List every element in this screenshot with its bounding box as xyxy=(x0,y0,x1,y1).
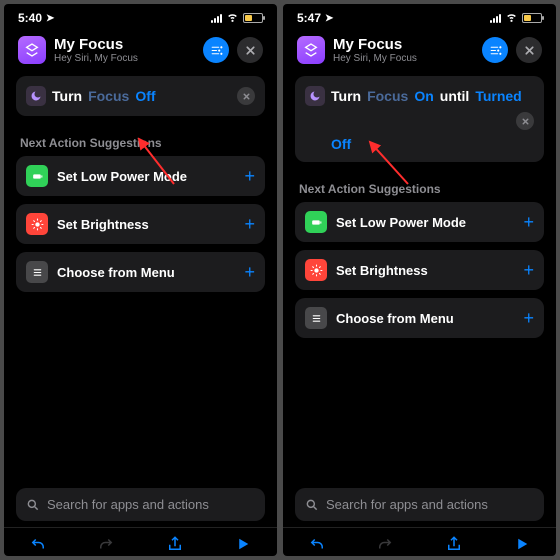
phone-right: 5:47 ➤ My Focus Hey Siri, My Focus xyxy=(283,4,556,556)
play-button[interactable] xyxy=(510,534,534,554)
suggestion-row[interactable]: Choose from Menu + xyxy=(16,252,265,292)
battery-icon xyxy=(522,13,542,23)
share-button[interactable] xyxy=(163,534,187,554)
wifi-icon xyxy=(505,10,518,26)
search-placeholder: Search for apps and actions xyxy=(47,497,209,512)
suggestion-label: Set Low Power Mode xyxy=(336,215,514,230)
menu-icon xyxy=(26,261,48,283)
suggestion-label: Set Low Power Mode xyxy=(57,169,235,184)
section-label: Next Action Suggestions xyxy=(4,124,277,156)
suggestion-label: Choose from Menu xyxy=(336,311,514,326)
battery-icon xyxy=(243,13,263,23)
phone-left: 5:40 ➤ My Focus Hey Siri, My Focus xyxy=(4,4,277,556)
status-bar: 5:47 ➤ xyxy=(283,4,556,28)
clear-action-button[interactable] xyxy=(516,112,534,130)
page-title: My Focus xyxy=(54,36,195,53)
add-icon[interactable]: + xyxy=(523,212,534,233)
search-input[interactable]: Search for apps and actions xyxy=(295,488,544,521)
location-icon: ➤ xyxy=(46,13,54,24)
sun-icon xyxy=(305,259,327,281)
action-token: Turn xyxy=(331,88,361,104)
page-title: My Focus xyxy=(333,36,474,53)
battery-icon xyxy=(305,211,327,233)
bottom-toolbar xyxy=(4,527,277,556)
undo-button[interactable] xyxy=(305,534,329,554)
undo-button[interactable] xyxy=(26,534,50,554)
suggestion-row[interactable]: Choose from Menu + xyxy=(295,298,544,338)
add-icon[interactable]: + xyxy=(523,308,534,329)
action-token[interactable]: Focus xyxy=(367,88,408,104)
share-button[interactable] xyxy=(442,534,466,554)
bottom-toolbar xyxy=(283,527,556,556)
section-label: Next Action Suggestions xyxy=(283,170,556,202)
suggestion-label: Choose from Menu xyxy=(57,265,235,280)
header: My Focus Hey Siri, My Focus xyxy=(4,28,277,76)
search-icon xyxy=(305,498,319,512)
menu-icon xyxy=(305,307,327,329)
moon-icon xyxy=(305,86,325,106)
status-time: 5:47 xyxy=(297,11,321,25)
header: My Focus Hey Siri, My Focus xyxy=(283,28,556,76)
wifi-icon xyxy=(226,10,239,26)
add-icon[interactable]: + xyxy=(244,214,255,235)
suggestion-row[interactable]: Set Low Power Mode + xyxy=(16,156,265,196)
suggestion-row[interactable]: Set Brightness + xyxy=(295,250,544,290)
moon-icon xyxy=(26,86,46,106)
search-input[interactable]: Search for apps and actions xyxy=(16,488,265,521)
action-token[interactable]: Focus xyxy=(88,88,129,104)
settings-button[interactable] xyxy=(482,37,508,63)
page-subtitle: Hey Siri, My Focus xyxy=(54,53,195,64)
add-icon[interactable]: + xyxy=(523,260,534,281)
action-token: until xyxy=(440,88,470,104)
action-card[interactable]: Turn Focus On until Turned Off xyxy=(295,76,544,162)
action-token[interactable]: Off xyxy=(305,136,534,152)
action-token[interactable]: Turned xyxy=(475,88,521,104)
battery-icon xyxy=(26,165,48,187)
action-token[interactable]: On xyxy=(414,88,433,104)
sun-icon xyxy=(26,213,48,235)
redo-button[interactable] xyxy=(94,534,118,554)
suggestion-row[interactable]: Set Low Power Mode + xyxy=(295,202,544,242)
redo-button[interactable] xyxy=(373,534,397,554)
cellular-icon xyxy=(490,14,501,23)
close-button[interactable] xyxy=(237,37,263,63)
shortcut-app-icon xyxy=(18,36,46,64)
clear-action-button[interactable] xyxy=(237,87,255,105)
location-icon: ➤ xyxy=(325,13,333,24)
shortcut-app-icon xyxy=(297,36,325,64)
close-button[interactable] xyxy=(516,37,542,63)
suggestion-label: Set Brightness xyxy=(57,217,235,232)
suggestion-label: Set Brightness xyxy=(336,263,514,278)
action-card[interactable]: Turn Focus Off xyxy=(16,76,265,116)
cellular-icon xyxy=(211,14,222,23)
search-placeholder: Search for apps and actions xyxy=(326,497,488,512)
action-token[interactable]: Off xyxy=(135,88,155,104)
suggestion-row[interactable]: Set Brightness + xyxy=(16,204,265,244)
page-subtitle: Hey Siri, My Focus xyxy=(333,53,474,64)
add-icon[interactable]: + xyxy=(244,166,255,187)
action-token: Turn xyxy=(52,88,82,104)
status-bar: 5:40 ➤ xyxy=(4,4,277,28)
status-time: 5:40 xyxy=(18,11,42,25)
add-icon[interactable]: + xyxy=(244,262,255,283)
settings-button[interactable] xyxy=(203,37,229,63)
search-icon xyxy=(26,498,40,512)
play-button[interactable] xyxy=(231,534,255,554)
